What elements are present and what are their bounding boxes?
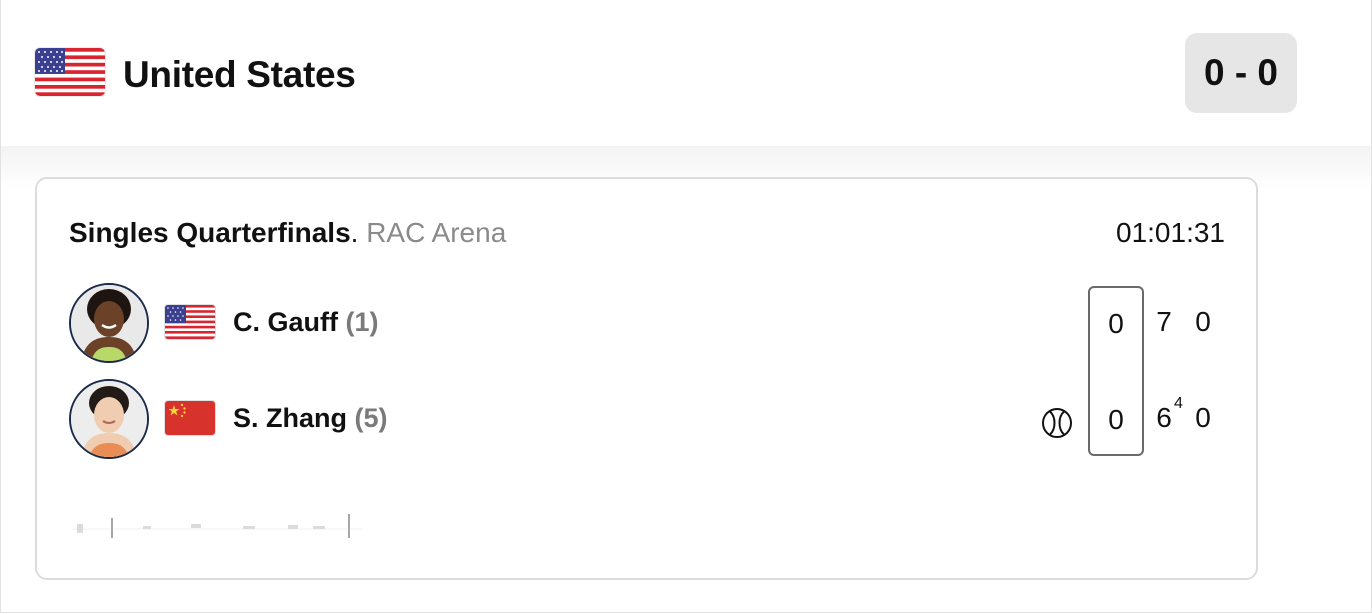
current-game-box: 0 0 [1088,286,1144,456]
title-separator: . [350,217,359,248]
current-game-score: 0 [1108,404,1124,435]
china-flag-icon [165,401,215,435]
us-flag-icon [165,305,215,339]
player-seed: (1) [345,307,379,337]
player-name[interactable]: S. Zhang (5) [233,400,388,436]
team-name: United States [123,54,356,95]
set-score: 6 [1156,402,1172,433]
match-clock: 01:01:31 [1116,217,1225,248]
momentum-chart [73,512,363,540]
match-card[interactable]: Singles Quarterfinals. RAC Arena 01:01:3… [35,177,1258,580]
player-name-text: C. Gauff [233,307,338,337]
tennis-ball-icon [1041,407,1073,439]
set-score: 0 [1195,306,1211,337]
match-title: Singles Quarterfinals. RAC Arena [69,215,506,251]
round-name: Singles Quarterfinals [69,217,351,248]
current-game-score: 0 [1108,308,1124,339]
tiebreak-score: 4 [1174,395,1183,412]
set-score: 0 [1195,402,1211,433]
set-score: 7 [1156,306,1172,337]
player-name[interactable]: C. Gauff (1) [233,304,379,340]
player-seed: (5) [354,403,388,433]
team-header: United States 0 - 0 [1,0,1371,146]
player-name-text: S. Zhang [233,403,347,433]
venue-name: RAC Arena [366,217,507,248]
player-row: C. Gauff (1) [69,283,1229,363]
team-tie-score: 0 - 0 [1185,33,1297,113]
team-tie-panel: United States 0 - 0 Singles Quarterfinal… [0,0,1372,613]
player-avatar-icon [69,379,149,459]
us-flag-icon [35,48,105,96]
player-avatar-icon [69,283,149,363]
